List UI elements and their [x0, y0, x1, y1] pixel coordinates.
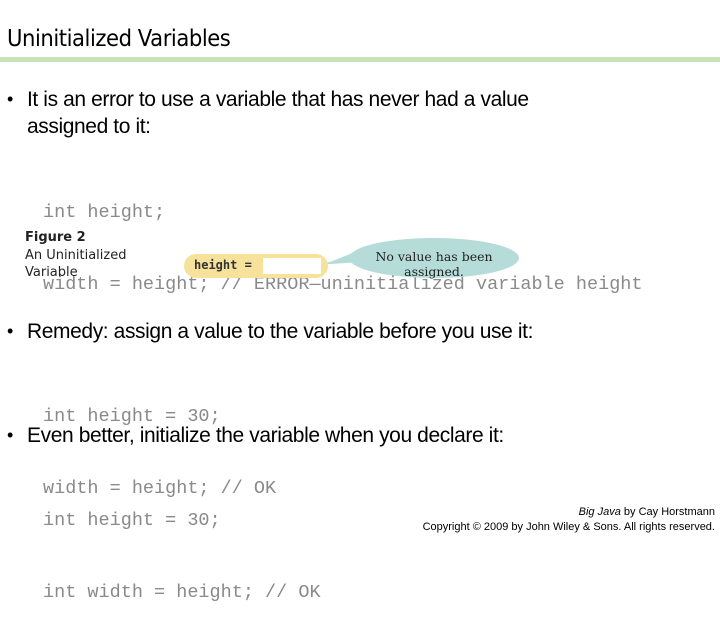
code-line: width = height; // ERROR—uninitialized v… [43, 274, 643, 295]
bullet-dot-icon: • [7, 425, 13, 445]
book-author: by Cay Horstmann [620, 506, 715, 518]
code-line: int width = height; // OK [43, 582, 321, 603]
callout-text: No value has been assigned. [375, 249, 493, 279]
copyright-text: Copyright © 2009 by John Wiley & Sons. A… [422, 521, 715, 533]
figure-caption: Figure 2 An Uninitialized Variable [25, 229, 126, 282]
bullet-3-line-1: Even better, initialize the variable whe… [27, 424, 504, 447]
bullet-1: • It is an error to use a variable that … [7, 86, 529, 140]
variable-pill: height = [184, 254, 328, 278]
slide-title: Uninitialized Variables [7, 26, 231, 52]
empty-value-box [263, 258, 321, 274]
bullet-2-line-1: Remedy: assign a value to the variable b… [27, 320, 534, 343]
bullet-2: • Remedy: assign a value to the variable… [7, 318, 533, 345]
code-block-1: int height; width = height; // ERROR—uni… [43, 153, 643, 321]
callout-bubble: No value has been assigned. [349, 238, 519, 279]
bullet-3: • Even better, initialize the variable w… [7, 422, 504, 449]
code-line: int height; [43, 202, 166, 223]
bullet-1-line-1: It is an error to use a variable that ha… [27, 88, 529, 111]
figure-number: Figure 2 [25, 230, 86, 245]
code-line: int height = 30; [43, 510, 221, 531]
bullet-dot-icon: • [7, 89, 13, 109]
bullet-1-line-2: assigned to it: [27, 115, 151, 138]
code-block-3: int height = 30; int width = height; // … [43, 461, 321, 629]
title-underline [0, 57, 720, 62]
figure-caption-line-1: An Uninitialized [25, 247, 127, 263]
figure-caption-line-2: Variable [25, 265, 78, 280]
copyright-credit: Big Java by Cay Horstmann Copyright © 20… [423, 505, 715, 535]
book-title: Big Java [578, 506, 621, 518]
variable-label: height = [194, 258, 252, 272]
bullet-dot-icon: • [7, 321, 13, 341]
